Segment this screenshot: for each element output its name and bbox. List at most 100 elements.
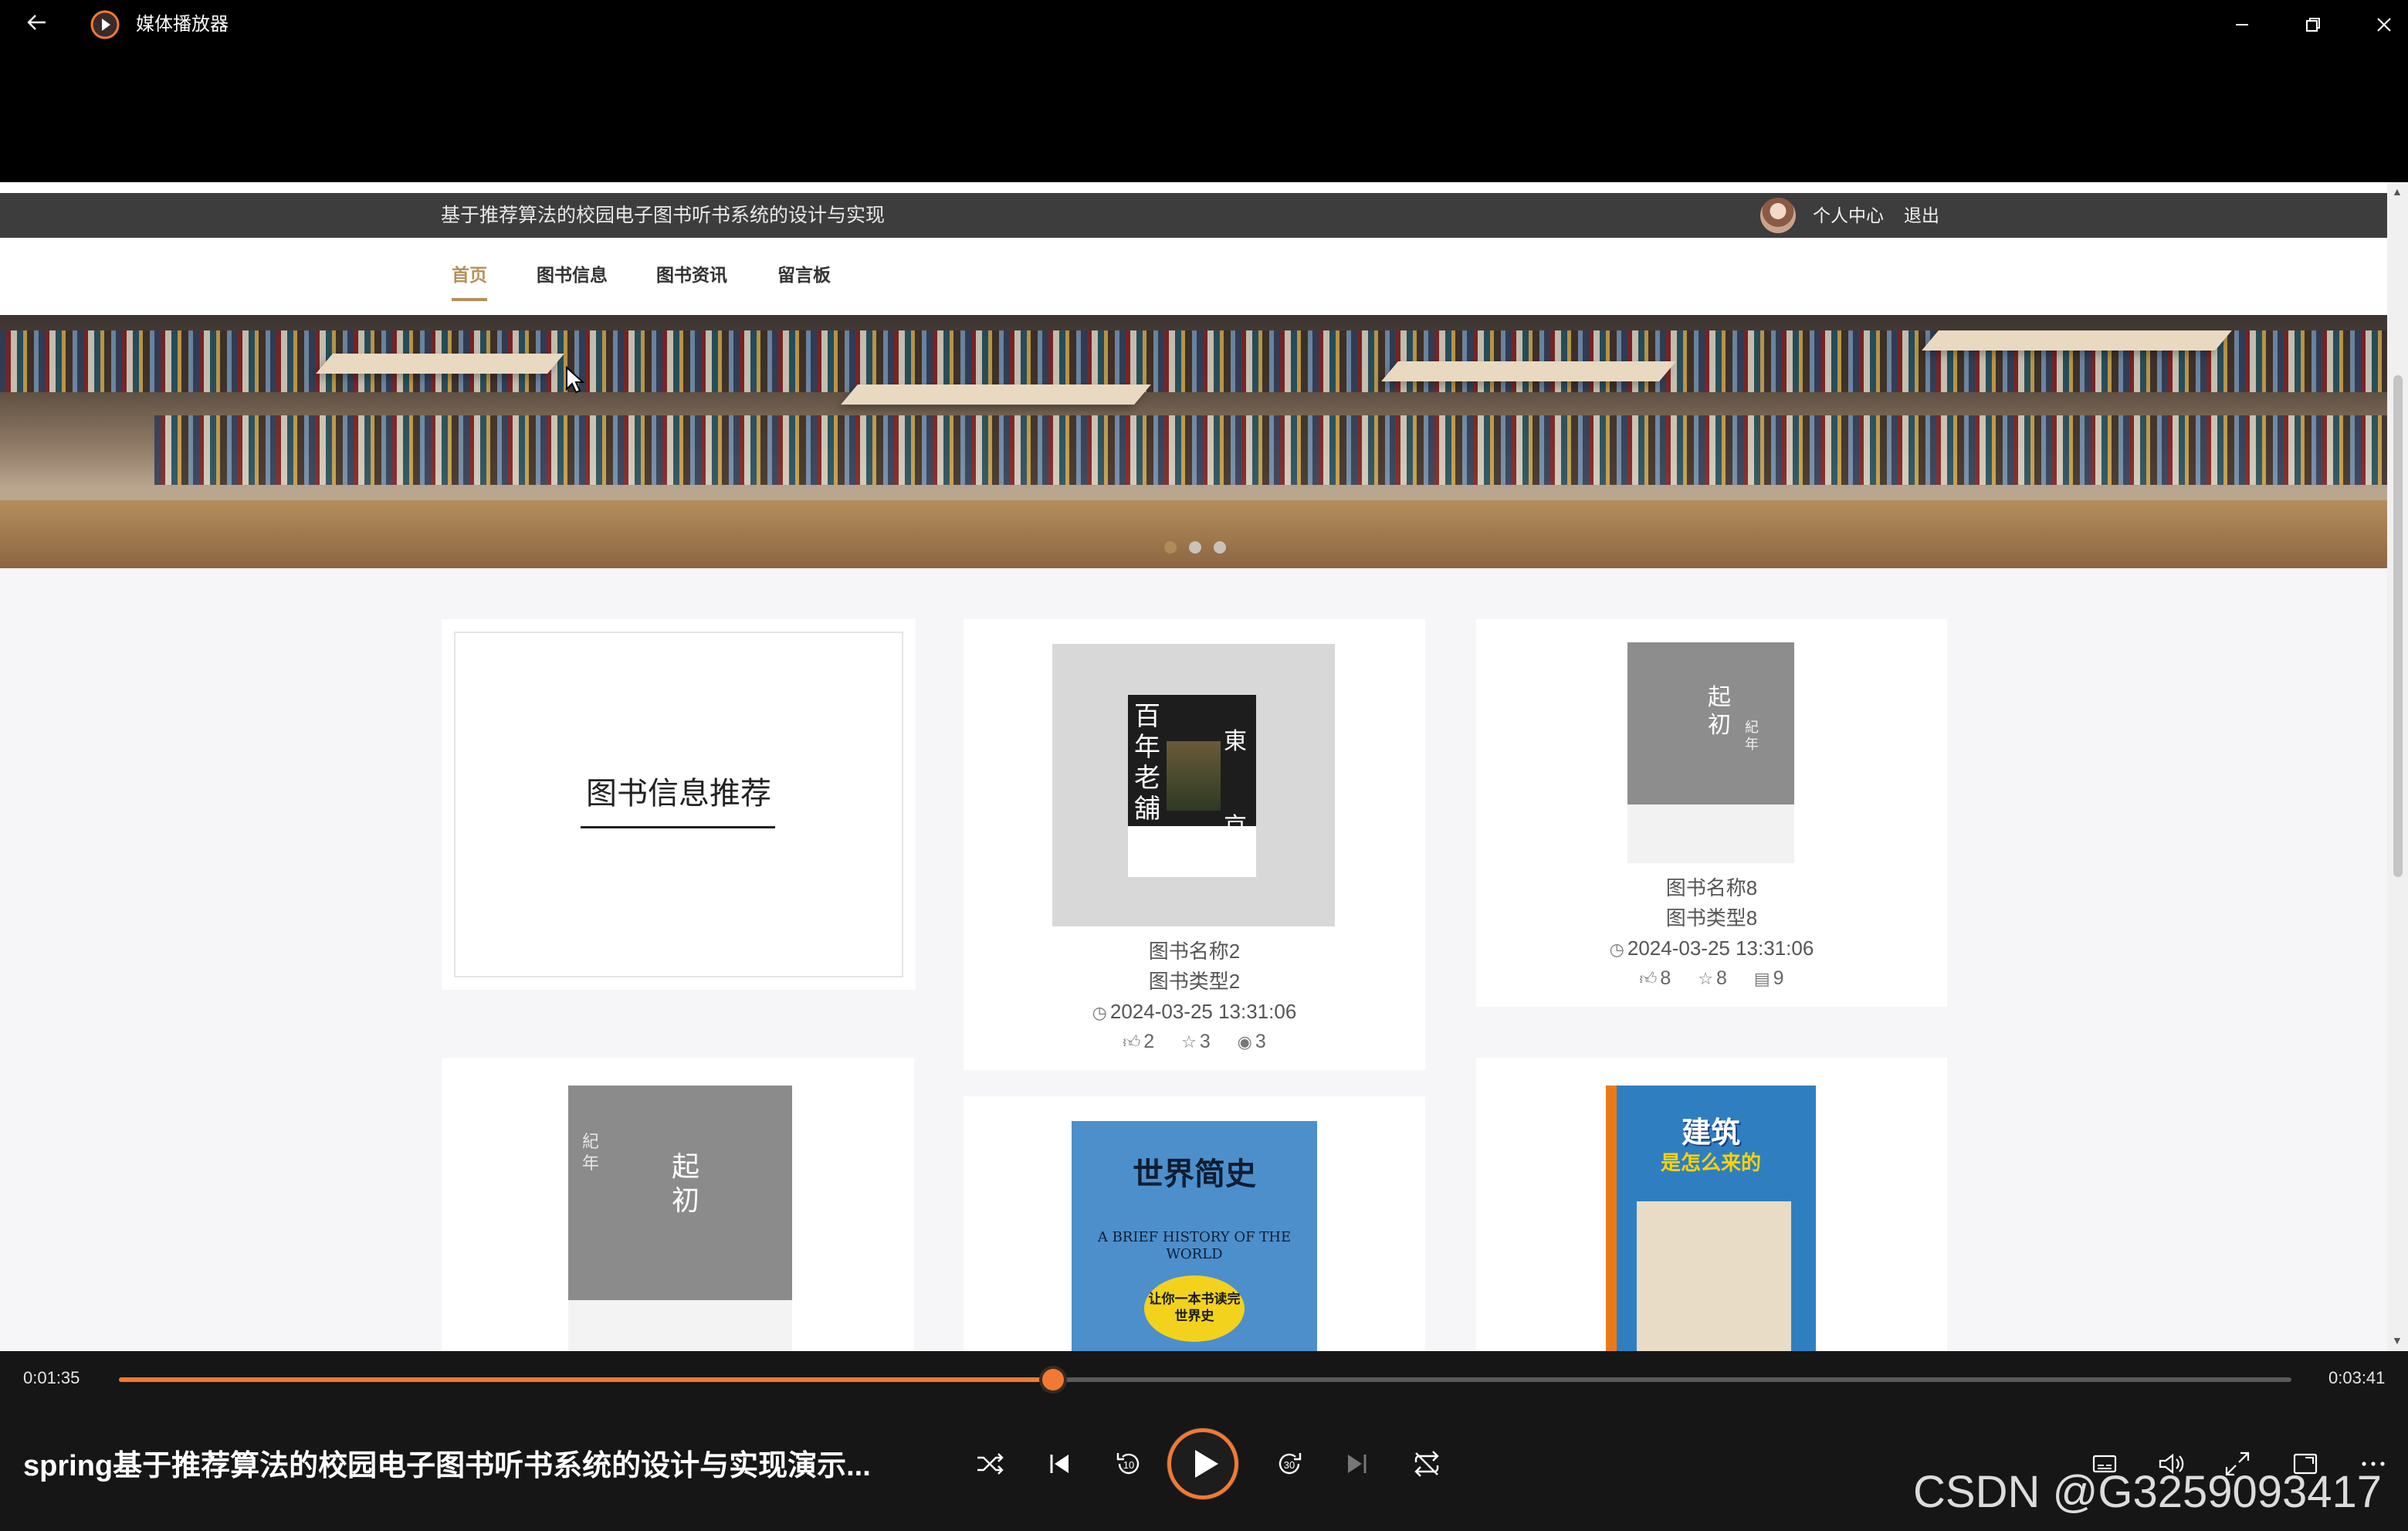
book-name[interactable]: 图书名称2 xyxy=(964,937,1425,965)
view-count: ▤ 9 xyxy=(1754,964,1784,993)
site-header-bar: 基于推荐算法的校园电子图书听书系统的设计与实现 个人中心 退出 xyxy=(0,193,2387,238)
cover-subtitle-vertical: 紀年 xyxy=(1745,720,1759,753)
star-icon: ☆ xyxy=(1698,969,1714,988)
featured-title: 图书信息推荐 xyxy=(586,777,771,811)
previous-button[interactable] xyxy=(1042,1447,1079,1484)
rewind-icon: 10 xyxy=(1116,1453,1140,1475)
like-count-value: 8 xyxy=(1660,967,1671,989)
fast-forward-icon: 30 xyxy=(1279,1453,1302,1475)
web-page-viewport: 基于推荐算法的校园电子图书听书系统的设计与实现 个人中心 退出 首页 图书信息 … xyxy=(0,182,2387,1351)
banner-carousel[interactable] xyxy=(0,315,2387,568)
featured-underline xyxy=(581,826,775,828)
cover-subtitle-vertical: 紀年 xyxy=(582,1133,600,1174)
personal-center-link[interactable]: 个人中心 xyxy=(1813,193,1884,238)
current-time: 0:01:35 xyxy=(23,1368,80,1387)
favorite-count[interactable]: ☆ 3 xyxy=(1181,1028,1211,1056)
window-titlebar: 媒体播放器 xyxy=(0,0,2408,49)
rewind-button[interactable]: 10 xyxy=(1112,1447,1149,1484)
book-time-value: 2024-03-25 13:31:06 xyxy=(1109,1000,1297,1023)
banner-bookshelf-front xyxy=(154,415,2387,485)
book-card[interactable]: 起初 紀年 xyxy=(442,1058,914,1351)
carousel-dot[interactable] xyxy=(1189,541,1201,554)
carousel-dot[interactable] xyxy=(1214,541,1226,554)
close-icon xyxy=(2377,18,2391,32)
cover-title: 世界简史 xyxy=(1133,1156,1256,1192)
favorite-count[interactable]: ☆ 8 xyxy=(1698,964,1727,993)
seek-bar[interactable] xyxy=(119,1369,2291,1390)
like-count[interactable]: 👍︎ 8 xyxy=(1639,964,1671,993)
book-type: 图书类型8 xyxy=(1665,906,1758,930)
banner-shelf-curve xyxy=(316,354,564,374)
user-avatar[interactable] xyxy=(1760,198,1796,233)
logout-link[interactable]: 退出 xyxy=(1904,193,1939,238)
media-player-logo-icon xyxy=(90,9,120,40)
repeat-button[interactable] xyxy=(1410,1447,1447,1484)
star-icon: ☆ xyxy=(1181,1032,1197,1052)
nav-book-news[interactable]: 图书资讯 xyxy=(656,261,727,289)
cover-footer xyxy=(568,1300,792,1351)
site-title: 基于推荐算法的校园电子图书听书系统的设计与实现 xyxy=(441,205,886,226)
book-name[interactable]: 图书名称8 xyxy=(1476,874,1947,902)
scroll-up-icon[interactable]: ▲ xyxy=(2392,185,2403,198)
restore-icon xyxy=(2306,18,2320,32)
page-top-strip xyxy=(0,182,2387,193)
cover-subtitle: A BRIEF HISTORY OF THE WORLD xyxy=(1097,1229,1292,1262)
close-button[interactable] xyxy=(2361,9,2407,40)
back-button[interactable] xyxy=(22,11,52,39)
carousel-dot[interactable] xyxy=(1164,541,1177,554)
book-stats: 👍︎ 2 ☆ 3 ◉ 3 xyxy=(964,1028,1425,1056)
featured-card: 图书信息推荐 xyxy=(442,619,916,990)
play-icon xyxy=(1195,1450,1218,1478)
minimize-button[interactable] xyxy=(2219,9,2265,40)
seek-progress xyxy=(119,1377,1054,1382)
skip-previous-icon xyxy=(1050,1455,1069,1473)
shuffle-icon xyxy=(977,1453,1004,1475)
book-cover[interactable]: 起初 紀年 xyxy=(568,1086,792,1351)
book-card[interactable]: 世界简史 A BRIEF HISTORY OF THE WORLD 让你一本书读… xyxy=(964,1096,1425,1351)
nav-book-info[interactable]: 图书信息 xyxy=(537,261,608,289)
mouse-cursor-icon xyxy=(566,366,585,394)
book-card[interactable]: 百年老舖 東京 图书名称2 图书类型2 ◷2024-03-25 13:31:06… xyxy=(964,619,1425,1070)
cover-photo xyxy=(1167,741,1221,811)
banner-shelf-curve xyxy=(1922,330,2232,351)
favorite-count-value: 8 xyxy=(1716,967,1727,989)
fast-forward-button[interactable]: 30 xyxy=(1272,1447,1309,1484)
scroll-down-icon[interactable]: ▼ xyxy=(2392,1334,2403,1346)
shuffle-button[interactable] xyxy=(973,1447,1010,1484)
cover-badge: 让你一本书读完世界史 xyxy=(1144,1275,1245,1342)
cover-footer xyxy=(1627,804,1794,863)
scrollbar-thumb[interactable] xyxy=(2393,375,2403,877)
like-count[interactable]: 👍︎ 2 xyxy=(1123,1028,1154,1056)
play-button[interactable] xyxy=(1167,1428,1238,1499)
book-stats: 👍︎ 8 ☆ 8 ▤ 9 xyxy=(1476,964,1947,993)
book-type: 图书类型2 xyxy=(1148,970,1241,993)
comment-icon: ▤ xyxy=(1753,969,1770,988)
restore-button[interactable] xyxy=(2290,9,2336,40)
app-title: 媒体播放器 xyxy=(136,14,229,35)
seek-knob[interactable] xyxy=(1042,1369,1065,1390)
clock-icon: ◷ xyxy=(1092,1003,1107,1022)
book-card[interactable]: 建筑 是怎么来的 xyxy=(1476,1058,1947,1351)
book-cover[interactable]: 建筑 是怎么来的 xyxy=(1606,1086,1816,1351)
forward-seconds: 30 xyxy=(1284,1459,1295,1471)
arrow-left-icon xyxy=(27,15,46,30)
cover-title-vertical: 起初 xyxy=(672,1151,700,1217)
video-title: spring基于推荐算法的校园电子图书听书系统的设计与实现演示... xyxy=(23,1450,871,1482)
nav-home[interactable]: 首页 xyxy=(452,261,487,289)
book-cover[interactable]: 百年老舖 東京 xyxy=(1052,644,1335,926)
clock-icon: ◷ xyxy=(1609,940,1624,959)
favorite-count-value: 3 xyxy=(1199,1031,1211,1052)
cover-footer xyxy=(1128,826,1256,877)
book-cover[interactable]: 世界简史 A BRIEF HISTORY OF THE WORLD 让你一本书读… xyxy=(1072,1121,1317,1351)
thumbs-up-icon: 👍︎ xyxy=(1639,969,1658,988)
total-time: 0:03:41 xyxy=(2328,1368,2386,1387)
main-nav: 首页 图书信息 图书资讯 留言板 xyxy=(0,238,2387,315)
book-card[interactable]: 起初 紀年 图书名称8 图书类型8 ◷ 2024-03-25 13:31:06 👍… xyxy=(1476,619,1947,1007)
nav-message-board[interactable]: 留言板 xyxy=(777,261,831,289)
book-time-value: 2024-03-25 13:31:06 xyxy=(1627,937,1814,960)
thumbs-up-icon: 👍︎ xyxy=(1123,1032,1141,1052)
book-time: ◷ 2024-03-25 13:31:06 xyxy=(1476,934,1947,964)
book-cover[interactable]: 起初 紀年 xyxy=(1627,642,1794,863)
next-button[interactable] xyxy=(1340,1447,1377,1484)
page-scrollbar[interactable]: ▲ ▼ xyxy=(2387,182,2408,1351)
